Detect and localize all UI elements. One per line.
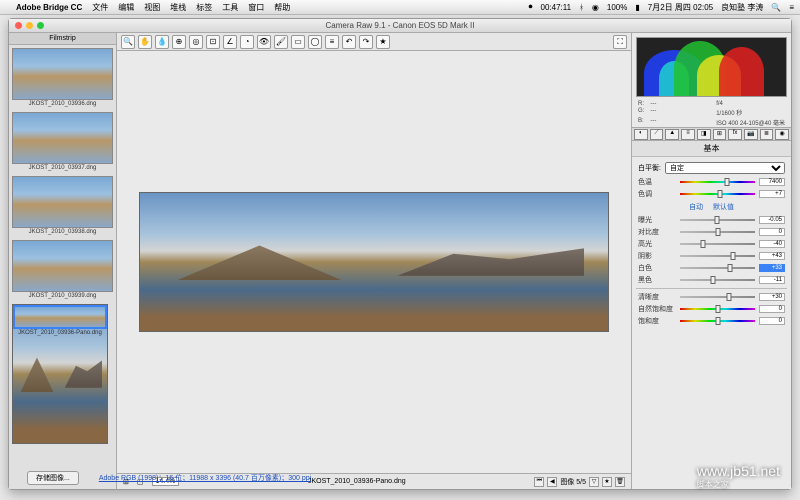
bluetooth-icon[interactable]: ᚼ [579, 3, 584, 12]
tab-fx[interactable]: fx [728, 129, 742, 140]
right-panel: R:---f/4 G:---1/1600 秒 B:---ISO 400 24-1… [631, 33, 791, 489]
thumb[interactable]: JKOST_2010_03936.dng [12, 48, 113, 108]
window-title: Camera Raw 9.1 - Canon EOS 5D Mark II [326, 21, 475, 30]
basic-controls: 白平衡: 自定 色温7400 色调+7 自动默认值 曝光-0.05 对比度0 高… [632, 157, 791, 489]
highlights-slider[interactable] [680, 243, 755, 245]
spot-tool[interactable]: ◔ [240, 35, 254, 49]
save-button[interactable]: 存储图像... [27, 471, 79, 485]
grad-tool[interactable]: ▭ [291, 35, 305, 49]
footer: 存储图像... Adobe RGB (1998)；16 位；11988 x 33… [17, 467, 783, 489]
menubar-date[interactable]: 7月2日 周四 02:05 [648, 2, 713, 13]
watermark: www.jb51.net脚本之家 [697, 463, 780, 490]
mac-menubar: Adobe Bridge CC 文件 编辑 视图 堆栈 标签 工具 窗口 帮助 … [0, 0, 800, 15]
thumb-selected[interactable]: JKOST_2010_03936-Pano.dng [12, 304, 108, 444]
menu-label[interactable]: 标签 [196, 2, 212, 13]
wb-picker-tool[interactable]: 💧 [155, 35, 169, 49]
color-sampler-tool[interactable]: ⊕ [172, 35, 186, 49]
radial-tool[interactable]: ◯ [308, 35, 322, 49]
tab-preset[interactable]: ≣ [760, 129, 774, 140]
brush-tool[interactable]: 🖌 [274, 35, 288, 49]
contrast-slider[interactable] [680, 231, 755, 233]
temp-value[interactable]: 7400 [759, 178, 785, 186]
hand-tool[interactable]: ✋ [138, 35, 152, 49]
tab-hsl[interactable]: ≡ [681, 129, 695, 140]
rotate-ccw-tool[interactable]: ↶ [342, 35, 356, 49]
exposure-slider[interactable] [680, 219, 755, 221]
default-link[interactable]: 默认值 [713, 202, 734, 212]
wb-select[interactable]: 自定 [665, 162, 785, 174]
whites-value[interactable]: +33 [759, 264, 785, 272]
tint-value[interactable]: +7 [759, 190, 785, 198]
redeye-tool[interactable]: 👁 [257, 35, 271, 49]
thumb[interactable]: JKOST_2010_03938.dng [12, 176, 113, 236]
section-title: 基本 [632, 141, 791, 157]
window-titlebar[interactable]: Camera Raw 9.1 - Canon EOS 5D Mark II [9, 19, 791, 33]
menu-view[interactable]: 视图 [144, 2, 160, 13]
tab-split[interactable]: ◨ [697, 129, 711, 140]
tab-basic[interactable]: ◐ [634, 129, 648, 140]
prefs-tool[interactable]: ≡ [325, 35, 339, 49]
app-name[interactable]: Adobe Bridge CC [16, 3, 82, 12]
auto-link[interactable]: 自动 [689, 202, 703, 212]
traffic-lights[interactable] [15, 22, 44, 29]
menu-edit[interactable]: 编辑 [118, 2, 134, 13]
star-tool[interactable]: ★ [376, 35, 390, 49]
camera-raw-window: Camera Raw 9.1 - Canon EOS 5D Mark II Fi… [8, 18, 792, 490]
menu-tools[interactable]: 工具 [222, 2, 238, 13]
tab-curve[interactable]: ⟋ [650, 129, 664, 140]
wifi-icon[interactable]: ◉ [592, 3, 599, 12]
tab-snap[interactable]: ◉ [775, 129, 789, 140]
menu-extra-icon[interactable]: ≡ [789, 3, 794, 12]
crop-tool[interactable]: ⊡ [206, 35, 220, 49]
thumb[interactable]: JKOST_2010_03939.dng [12, 240, 113, 300]
spotlight-icon[interactable]: 🔍 [771, 3, 781, 12]
menu-stack[interactable]: 堆栈 [170, 2, 186, 13]
temp-slider[interactable] [680, 181, 755, 183]
panel-tabs: ◐ ⟋ ▲ ≡ ◨ ⊞ fx 📷 ≣ ◉ [632, 127, 791, 141]
canvas[interactable] [117, 51, 631, 473]
preview-image [139, 192, 608, 332]
clarity-slider[interactable] [680, 296, 755, 298]
saturation-slider[interactable] [680, 320, 755, 322]
menu-file[interactable]: 文件 [92, 2, 108, 13]
menubar-user[interactable]: 良知塾 李涛 [721, 2, 763, 13]
filmstrip-list[interactable]: JKOST_2010_03936.dng JKOST_2010_03937.dn… [9, 45, 116, 489]
workflow-link[interactable]: Adobe RGB (1998)；16 位；11988 x 3396 (40.7… [99, 473, 311, 483]
histogram[interactable] [636, 37, 787, 97]
zoom-tool[interactable]: 🔍 [121, 35, 135, 49]
thumb[interactable]: JKOST_2010_03937.dng [12, 112, 113, 172]
blacks-slider[interactable] [680, 279, 755, 281]
menubar-time: 00:47:11 [541, 3, 572, 12]
tint-slider[interactable] [680, 193, 755, 195]
battery-pct: 100% [607, 3, 627, 12]
shadows-slider[interactable] [680, 255, 755, 257]
recording-icon: ⏺ [529, 2, 533, 12]
battery-icon: ▮ [635, 3, 639, 12]
target-tool[interactable]: ◎ [189, 35, 203, 49]
exif-info: R:---f/4 G:---1/1600 秒 B:---ISO 400 24-1… [632, 101, 791, 127]
wb-label: 白平衡: [638, 163, 661, 173]
toolbar: 🔍 ✋ 💧 ⊕ ◎ ⊡ ∠ ◔ 👁 🖌 ▭ ◯ ≡ ↶ ↷ ★ ⛶ [117, 33, 631, 51]
tab-cal[interactable]: 📷 [744, 129, 758, 140]
straighten-tool[interactable]: ∠ [223, 35, 237, 49]
vibrance-slider[interactable] [680, 308, 755, 310]
tab-lens[interactable]: ⊞ [713, 129, 727, 140]
filmstrip-header: Filmstrip [9, 33, 116, 45]
expand-icon[interactable]: ⛶ [613, 35, 627, 49]
tab-detail[interactable]: ▲ [665, 129, 679, 140]
whites-slider[interactable] [680, 267, 755, 269]
center-panel: 🔍 ✋ 💧 ⊕ ◎ ⊡ ∠ ◔ 👁 🖌 ▭ ◯ ≡ ↶ ↷ ★ ⛶ [117, 33, 631, 489]
menu-window[interactable]: 窗口 [248, 2, 264, 13]
filmstrip-panel: Filmstrip JKOST_2010_03936.dng JKOST_201… [9, 33, 117, 489]
rotate-cw-tool[interactable]: ↷ [359, 35, 373, 49]
menu-help[interactable]: 帮助 [274, 2, 290, 13]
